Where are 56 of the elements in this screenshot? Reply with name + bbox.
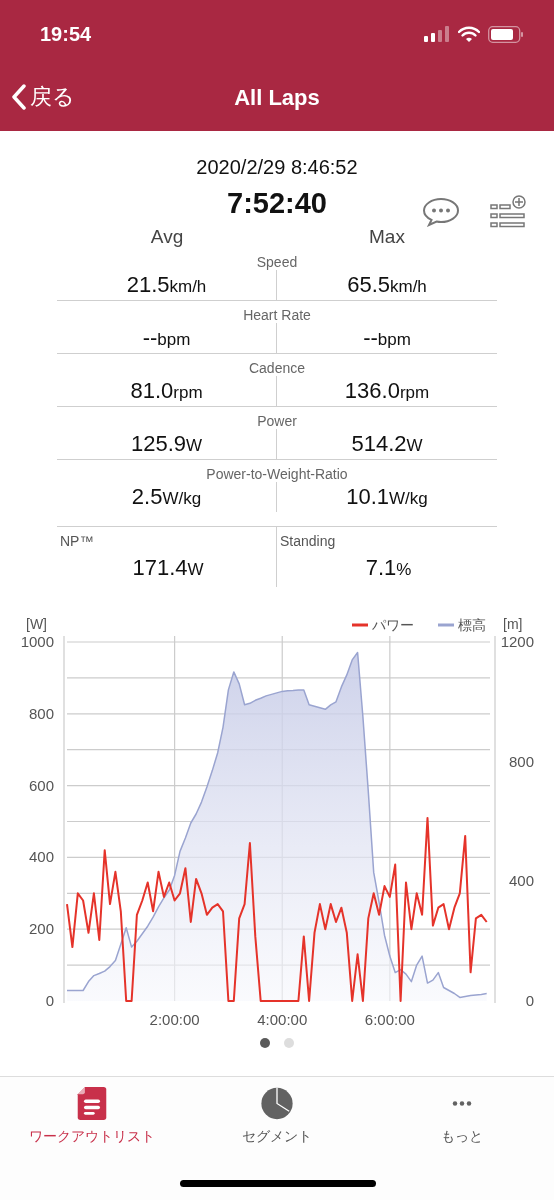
- metric-label: Power-to-Weight-Ratio: [205, 466, 349, 482]
- axis-tick-label: 600: [28, 776, 54, 794]
- add-list-icon[interactable]: [490, 195, 526, 229]
- metric-value: 125.9W: [57, 429, 277, 459]
- metric-label: NP™: [60, 533, 95, 549]
- axis-tick-label: 6:00:00: [364, 1011, 415, 1028]
- back-button[interactable]: 戻る: [12, 82, 75, 112]
- axis-tick-label: 800: [28, 704, 54, 722]
- metric-label: Speed: [255, 254, 299, 270]
- axis-unit-label: [W]: [26, 616, 47, 632]
- metric-label: Standing: [280, 533, 337, 549]
- comment-icon[interactable]: [422, 197, 460, 227]
- battery-icon: [488, 25, 524, 43]
- metric-value: 65.5km/h: [346, 271, 428, 299]
- signal-icon: [424, 26, 450, 42]
- column-heading: Max: [368, 226, 406, 248]
- axis-tick-label: 2:00:00: [149, 1011, 200, 1028]
- metric-value: --bpm: [57, 323, 277, 353]
- metric-value: --bpm: [362, 324, 412, 352]
- axis-tick-label: 800: [508, 752, 534, 770]
- metric-value: 171.4W: [131, 555, 205, 581]
- metric-value: 7.1%: [364, 555, 413, 581]
- axis-tick-label: 4:00:00: [257, 1011, 308, 1028]
- axis-tick-label: 200: [28, 920, 54, 938]
- axis-tick-label: 0: [525, 992, 534, 1009]
- workout-duration: 7:52:40: [227, 187, 327, 220]
- tab-bar-item[interactable]: ワークアウトリスト: [0, 1077, 185, 1147]
- metric-value: 136.0rpm: [343, 377, 431, 405]
- chevron-icon: [12, 84, 26, 110]
- metric-label: Power: [256, 413, 298, 429]
- wifi-icon: [458, 26, 480, 42]
- metric-value: 10.1W/kg: [345, 483, 429, 511]
- screen-title: All Laps: [234, 85, 320, 111]
- tab-bar-item[interactable]: もっと: [369, 1077, 554, 1147]
- document-icon: [76, 1087, 109, 1120]
- metric-value: 2.5W/kg: [57, 482, 277, 512]
- axis-tick-label: 1000: [20, 633, 54, 650]
- metric-label: Heart Rate: [242, 307, 312, 323]
- metric-value: 81.0rpm: [57, 376, 277, 406]
- column-heading: Avg: [149, 226, 185, 248]
- axis-tick-label: 400: [28, 848, 54, 866]
- axis-tick-label: 400: [508, 872, 534, 890]
- legend-label: パワー: [372, 617, 414, 633]
- page-dot[interactable]: [260, 1038, 270, 1048]
- workout-date: 2020/2/29 8:46:52: [196, 156, 358, 179]
- pie-chart-icon: [258, 1087, 296, 1120]
- tab-bar-item[interactable]: セグメント: [184, 1077, 370, 1147]
- metric-value: 21.5km/h: [57, 270, 277, 300]
- legend-label: 標高: [458, 617, 486, 633]
- axis-unit-label: [m]: [503, 616, 523, 632]
- status-time: 19:54: [40, 22, 92, 46]
- metric-label: Cadence: [247, 360, 306, 376]
- metric-value: 514.2W: [350, 430, 424, 458]
- axis-tick-label: 1200: [500, 633, 534, 650]
- page-dot[interactable]: [284, 1038, 294, 1048]
- axis-tick-label: 0: [45, 992, 54, 1009]
